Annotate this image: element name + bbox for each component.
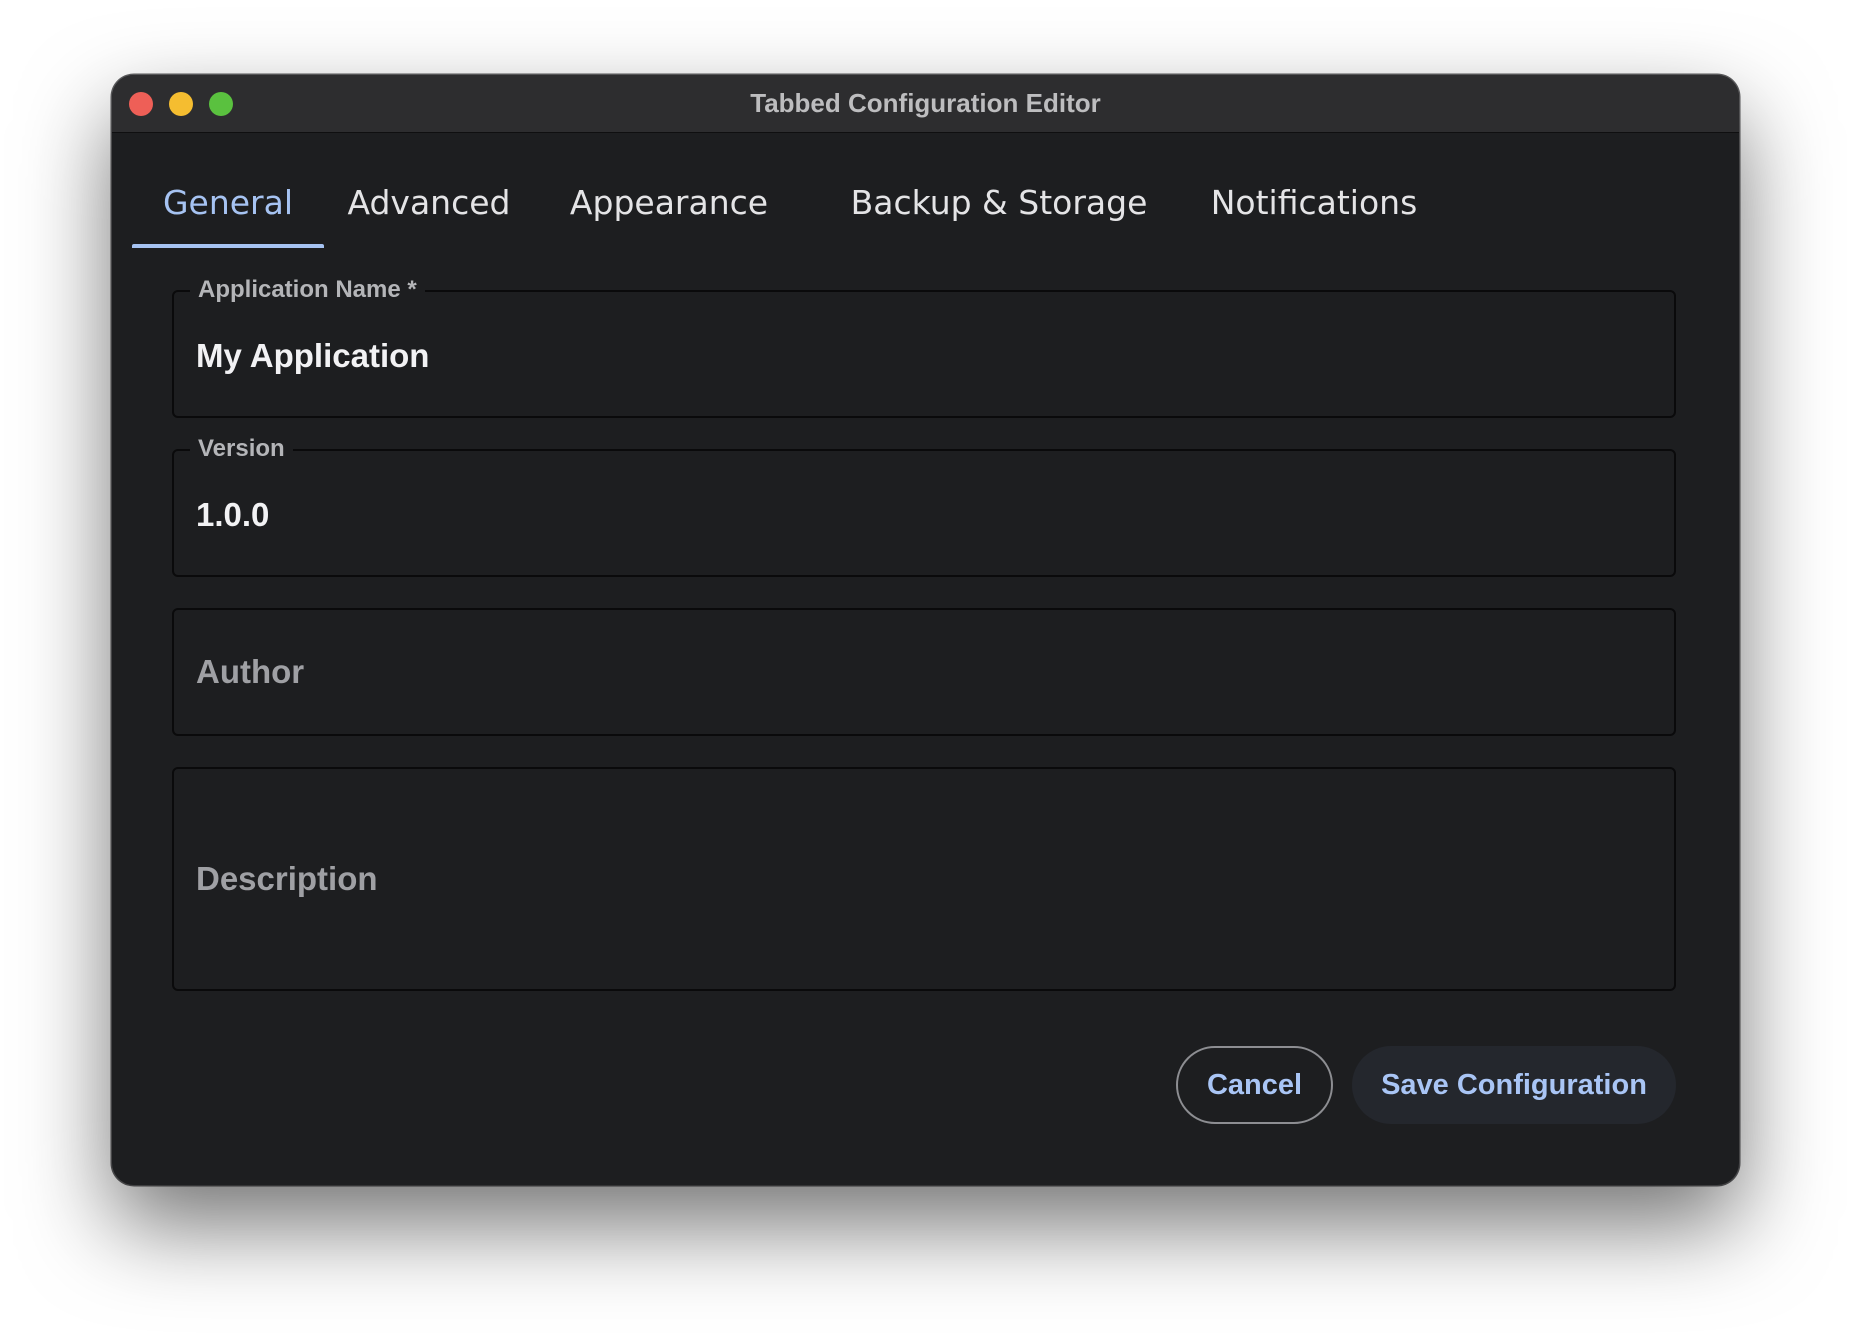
description-placeholder: Description	[196, 860, 378, 897]
application-name-field[interactable]: Application Name * My Application	[172, 275, 1676, 418]
application-name-value: My Application	[196, 337, 430, 374]
title-bar[interactable]: Tabbed Configuration Editor	[112, 75, 1739, 133]
version-field[interactable]: Version 1.0.0	[172, 434, 1676, 577]
active-tab-indicator	[132, 244, 324, 248]
tab-label: General	[162, 183, 294, 222]
author-field[interactable]: Author	[172, 608, 1676, 736]
tab-label: Advanced	[347, 183, 511, 222]
tab-label: Appearance	[569, 183, 769, 222]
application-name-label: Application Name *	[190, 275, 425, 305]
tab-label: Notifications	[1210, 183, 1418, 222]
cancel-button[interactable]: Cancel	[1176, 1046, 1333, 1124]
description-field[interactable]: Description	[172, 767, 1676, 991]
window-title: Tabbed Configuration Editor	[750, 88, 1101, 118]
save-configuration-button[interactable]: Save Configuration	[1352, 1046, 1676, 1124]
version-value: 1.0.0	[196, 496, 270, 533]
version-label: Version	[190, 434, 293, 464]
tab-label: Backup & Storage	[850, 183, 1148, 222]
author-placeholder: Author	[196, 653, 305, 690]
app-window: Tabbed Configuration Editor General Adva…	[112, 75, 1739, 1185]
